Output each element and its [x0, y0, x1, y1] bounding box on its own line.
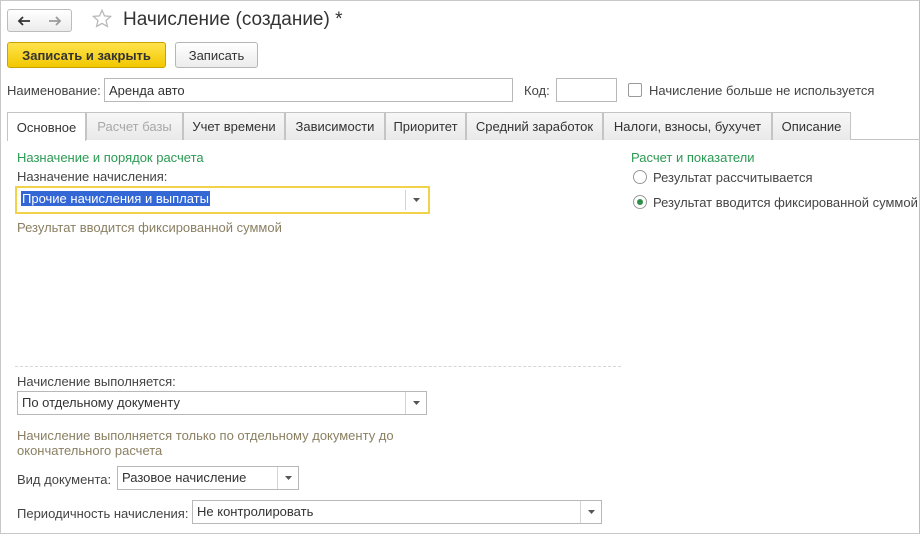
radio-selected-dot: [637, 199, 643, 205]
purpose-value: Прочие начисления и выплаты: [21, 191, 210, 206]
name-input-value: Аренда авто: [109, 82, 185, 98]
tab-dependencies[interactable]: Зависимости: [285, 112, 385, 140]
tab-priority[interactable]: Приоритет: [385, 112, 466, 140]
purpose-section-title: Назначение и порядок расчета: [17, 150, 204, 165]
periodicity-dropdown[interactable]: Не контролировать: [192, 500, 602, 524]
triangle-down-icon: [284, 476, 292, 480]
periodicity-label: Периодичность начисления:: [17, 506, 189, 521]
tab-label: Основное: [16, 119, 77, 135]
arrow-left-icon: [17, 15, 30, 26]
doc-type-label: Вид документа:: [17, 472, 112, 487]
purpose-hint: Результат вводится фиксированной суммой: [17, 220, 282, 235]
tab-label: Расчет базы: [97, 119, 172, 134]
execution-hint-line1: Начисление выполняется только по отдельн…: [17, 428, 394, 443]
periodicity-value: Не контролировать: [197, 504, 314, 519]
code-label: Код:: [524, 83, 550, 98]
arrow-right-icon: [49, 15, 62, 26]
radio-fixed-label[interactable]: Результат вводится фиксированной суммой: [653, 195, 918, 210]
doc-type-dropdown-button[interactable]: [277, 467, 298, 489]
purpose-dropdown-button[interactable]: [405, 190, 426, 210]
tab-average-earnings[interactable]: Средний заработок: [466, 112, 603, 140]
name-input[interactable]: Аренда авто: [104, 78, 513, 102]
tab-label: Приоритет: [393, 119, 458, 134]
execution-label: Начисление выполняется:: [17, 374, 176, 389]
tab-description[interactable]: Описание: [772, 112, 851, 140]
tab-label: Описание: [781, 119, 842, 134]
name-label: Наименование:: [7, 83, 101, 98]
tab-base-calc: Расчет базы: [86, 112, 183, 140]
triangle-down-icon: [412, 198, 420, 202]
execution-dropdown-button[interactable]: [405, 392, 426, 414]
favorite-button[interactable]: [91, 8, 113, 33]
unused-checkbox[interactable]: [628, 83, 642, 97]
save-button[interactable]: Записать: [175, 42, 258, 68]
tab-time-accounting[interactable]: Учет времени: [183, 112, 285, 140]
tab-main[interactable]: Основное: [7, 112, 86, 141]
star-outline-icon: [91, 8, 113, 28]
tab-label: Зависимости: [295, 119, 375, 134]
tab-label: Средний заработок: [475, 119, 594, 134]
execution-dropdown[interactable]: По отдельному документу: [17, 391, 427, 415]
radio-calculated[interactable]: [633, 170, 647, 184]
code-input[interactable]: [556, 78, 617, 102]
purpose-dropdown[interactable]: Прочие начисления и выплаты: [15, 186, 430, 214]
doc-type-value: Разовое начисление: [122, 470, 247, 485]
execution-hint-line2: окончательного расчета: [17, 443, 163, 458]
purpose-label: Назначение начисления:: [17, 169, 168, 184]
radio-fixed[interactable]: [633, 195, 647, 209]
save-and-close-button[interactable]: Записать и закрыть: [7, 42, 166, 68]
tab-taxes[interactable]: Налоги, взносы, бухучет: [603, 112, 772, 140]
triangle-down-icon: [412, 401, 420, 405]
radio-calculated-label[interactable]: Результат рассчитывается: [653, 170, 813, 185]
execution-value: По отдельному документу: [22, 395, 180, 410]
calc-section-title: Расчет и показатели: [631, 150, 755, 165]
section-separator: [15, 366, 621, 367]
back-button[interactable]: [7, 9, 40, 32]
tab-label: Учет времени: [192, 119, 276, 134]
forward-button[interactable]: [39, 9, 72, 32]
unused-checkbox-label[interactable]: Начисление больше не используется: [649, 83, 874, 98]
window-title: Начисление (создание) *: [123, 9, 343, 30]
periodicity-dropdown-button[interactable]: [580, 501, 601, 523]
doc-type-dropdown[interactable]: Разовое начисление: [117, 466, 299, 490]
triangle-down-icon: [587, 510, 595, 514]
tab-label: Налоги, взносы, бухучет: [613, 119, 762, 134]
